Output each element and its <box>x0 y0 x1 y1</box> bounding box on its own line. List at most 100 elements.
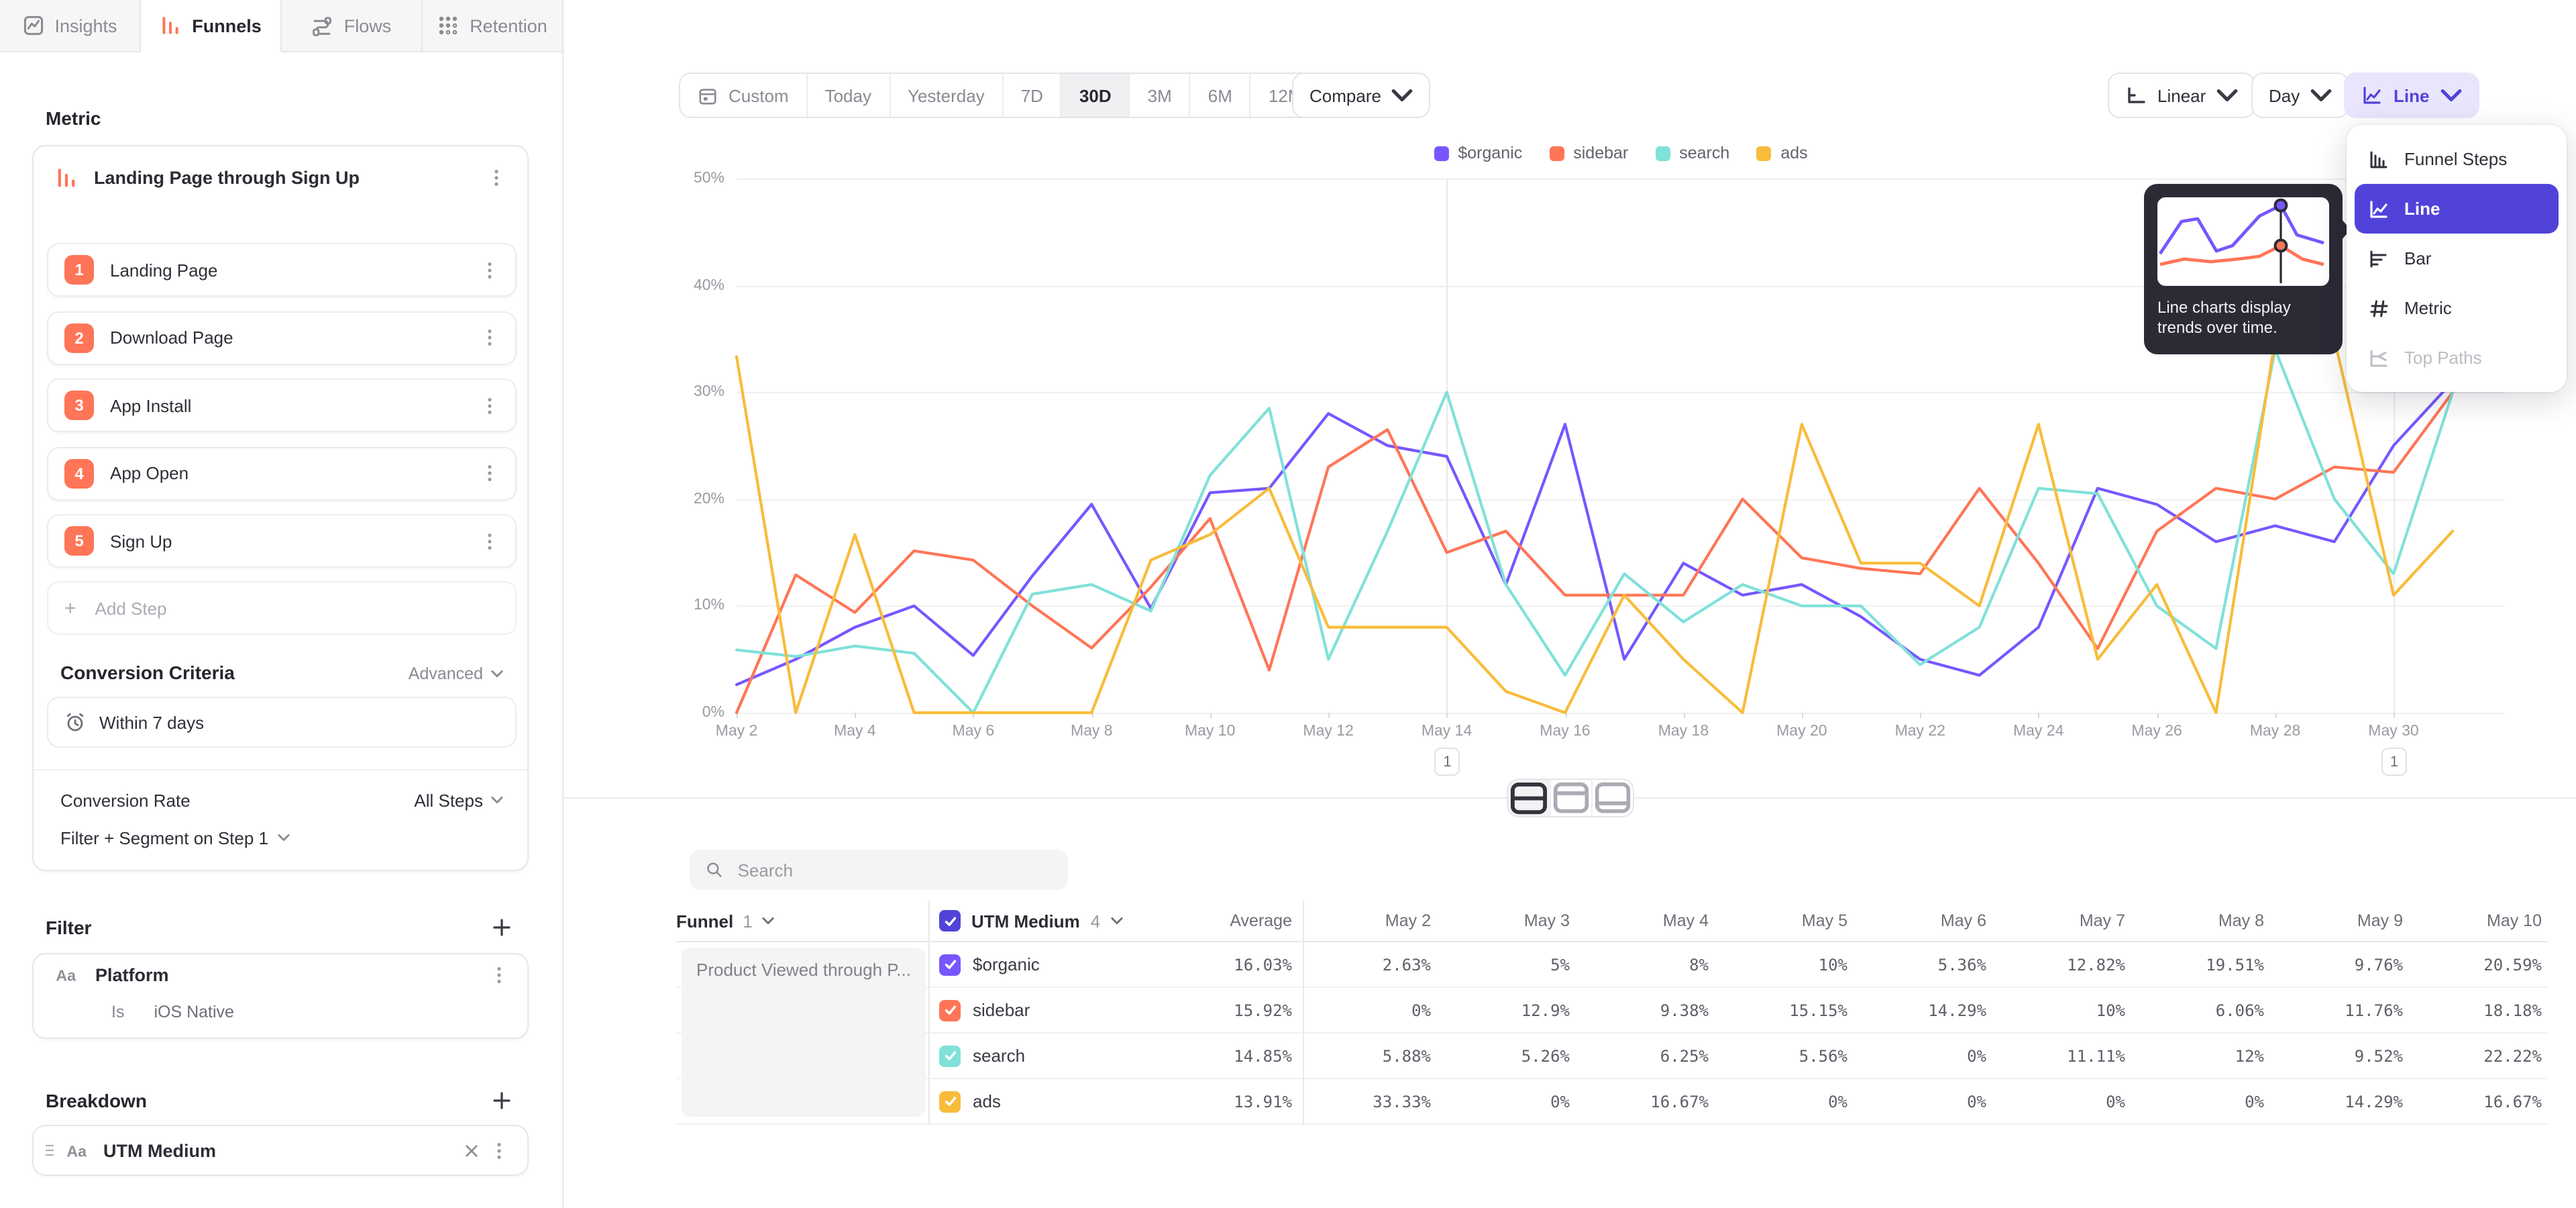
main-panel: CustomTodayYesterday7D30D3M6M12M Compare… <box>564 52 2576 1208</box>
column-divider <box>928 901 930 1125</box>
bar-chart-icon <box>2368 248 2390 269</box>
filter-operator[interactable]: Is <box>111 1003 124 1021</box>
column-header-may-7[interactable]: May 7 <box>1992 911 2131 930</box>
table-row-sidebar[interactable]: sidebar15.92%0%12.9%9.38%15.15%14.29%10%… <box>676 988 2547 1034</box>
column-header-may-5[interactable]: May 5 <box>1714 911 1853 930</box>
kebab-icon[interactable] <box>480 328 499 348</box>
drag-handle-icon[interactable] <box>44 1144 55 1157</box>
x-axis-tick <box>2275 713 2277 718</box>
legend-item-search[interactable]: search <box>1655 144 1729 162</box>
metric-title: Landing Page through Sign Up <box>94 167 471 187</box>
column-header-may-9[interactable]: May 9 <box>2269 911 2408 930</box>
granularity-dropdown[interactable]: Day <box>2251 72 2349 118</box>
table-search[interactable] <box>690 850 1068 890</box>
menu-item-label: Line <box>2404 199 2440 219</box>
cell-may-3: 0% <box>1436 1092 1575 1111</box>
breakdown-column-header[interactable]: UTM Medium 4 <box>939 910 1140 932</box>
funnel-step-1[interactable]: 1Landing Page <box>47 243 517 297</box>
conversion-criteria-heading: Conversion Criteria <box>60 662 235 683</box>
legend-item-sidebar[interactable]: sidebar <box>1549 144 1628 162</box>
menu-item-metric[interactable]: Metric <box>2355 283 2559 333</box>
column-header-may-3[interactable]: May 3 <box>1436 911 1575 930</box>
tab-funnels[interactable]: Funnels <box>141 0 282 52</box>
add-step-button[interactable]: + Add Step <box>47 581 517 635</box>
legend-item-organic[interactable]: $organic <box>1434 144 1522 162</box>
range-6m[interactable]: 6M <box>1189 74 1250 117</box>
range-7d[interactable]: 7D <box>1002 74 1061 117</box>
menu-item-funnel-steps[interactable]: Funnel Steps <box>2355 134 2559 184</box>
conversion-window-button[interactable]: Within 7 days <box>47 697 517 748</box>
table-row-search[interactable]: search14.85%5.88%5.26%6.25%5.56%0%11.11%… <box>676 1034 2547 1079</box>
funnel-step-3[interactable]: 3App Install <box>47 379 517 432</box>
row-checkbox[interactable] <box>939 1045 961 1066</box>
filter-card[interactable]: Aa Platform Is iOS Native <box>32 953 529 1039</box>
kebab-icon[interactable] <box>490 965 508 985</box>
segment-name: sidebar <box>973 1000 1030 1020</box>
search-input[interactable] <box>735 858 1052 881</box>
flows-icon <box>312 15 333 36</box>
top-paths-icon <box>2368 347 2390 368</box>
range-today[interactable]: Today <box>806 74 889 117</box>
funnel-column-header[interactable]: Funnel 1 <box>676 911 939 931</box>
menu-item-line[interactable]: Line <box>2355 184 2559 234</box>
tab-retention[interactable]: Retention <box>423 0 564 52</box>
tab-flows[interactable]: Flows <box>282 0 423 52</box>
range-30d[interactable]: 30D <box>1061 74 1129 117</box>
row-checkbox[interactable] <box>939 999 961 1021</box>
close-icon[interactable] <box>464 1143 479 1158</box>
breakdown-property: UTM Medium <box>103 1140 453 1160</box>
annotation-marker[interactable]: 1 <box>2381 748 2407 776</box>
breakdown-card[interactable]: Aa UTM Medium <box>32 1125 529 1176</box>
add-breakdown-button[interactable] <box>491 1090 513 1111</box>
column-header-may-10[interactable]: May 10 <box>2408 911 2547 930</box>
menu-item-bar[interactable]: Bar <box>2355 234 2559 283</box>
scale-dropdown[interactable]: Linear <box>2108 72 2255 118</box>
kebab-icon[interactable] <box>480 395 499 415</box>
filter-value[interactable]: iOS Native <box>154 1003 234 1021</box>
cell-may-4: 8% <box>1575 955 1714 974</box>
add-filter-button[interactable] <box>491 917 513 938</box>
kebab-icon[interactable] <box>480 463 499 483</box>
column-header-may-2[interactable]: May 2 <box>1297 911 1436 930</box>
cell-may-7: 11.11% <box>1992 1046 2131 1065</box>
legend-swatch <box>1549 146 1564 160</box>
chevron-down-icon <box>491 796 503 804</box>
select-all-checkbox[interactable] <box>939 910 961 932</box>
kebab-icon[interactable] <box>480 260 499 280</box>
annotation-marker[interactable]: 1 <box>1435 748 1460 776</box>
column-header-may-8[interactable]: May 8 <box>2131 911 2269 930</box>
conversion-rate-scope-dropdown[interactable]: All Steps <box>414 790 503 810</box>
cell-may-8: 0% <box>2131 1092 2269 1111</box>
row-checkbox[interactable] <box>939 1091 961 1112</box>
row-checkbox[interactable] <box>939 954 961 975</box>
table-row-ads[interactable]: ads13.91%33.33%0%16.67%0%0%0%0%14.29%16.… <box>676 1079 2547 1125</box>
filter-segment-dropdown[interactable]: Filter + Segment on Step 1 <box>60 827 290 848</box>
column-header-may-6[interactable]: May 6 <box>1853 911 1992 930</box>
chart-type-dropdown[interactable]: Line <box>2344 72 2479 118</box>
funnel-step-5[interactable]: 5Sign Up <box>47 514 517 568</box>
topbar-filler <box>564 0 2576 52</box>
funnel-step-4[interactable]: 4App Open <box>47 446 517 500</box>
kebab-icon[interactable] <box>480 531 499 551</box>
range-custom[interactable]: Custom <box>680 74 806 117</box>
layout-table-button[interactable] <box>1591 780 1633 816</box>
gridline <box>737 499 2505 501</box>
kebab-icon[interactable] <box>490 1140 508 1160</box>
advanced-dropdown[interactable]: Advanced <box>409 664 503 683</box>
gridline <box>737 392 2505 393</box>
range-yesterday[interactable]: Yesterday <box>889 74 1002 117</box>
layout-chart-button[interactable] <box>1550 780 1591 816</box>
tab-insights[interactable]: Insights <box>0 0 141 52</box>
table-row-organic[interactable]: $organic16.03%2.63%5%8%10%5.36%12.82%19.… <box>676 942 2547 988</box>
legend-item-ads[interactable]: ads <box>1756 144 1807 162</box>
series-line-sidebar <box>737 392 2453 713</box>
compare-button[interactable]: Compare <box>1292 72 1431 118</box>
column-header-average[interactable]: Average <box>1140 911 1297 930</box>
kebab-icon[interactable] <box>487 167 506 187</box>
layout-split-button[interactable] <box>1508 780 1550 816</box>
range-3m[interactable]: 3M <box>1129 74 1189 117</box>
funnel-step-2[interactable]: 2Download Page <box>47 311 517 364</box>
funnel-steps-icon <box>2368 148 2390 170</box>
column-header-may-4[interactable]: May 4 <box>1575 911 1714 930</box>
gridline <box>737 606 2505 607</box>
